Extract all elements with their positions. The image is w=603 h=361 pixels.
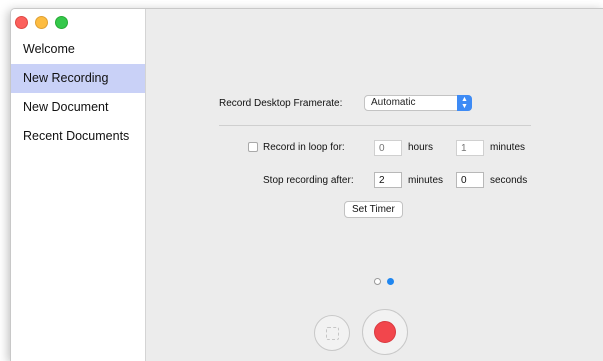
loop-minutes-label: minutes	[490, 142, 526, 153]
stop-after-label: Stop recording after:	[263, 175, 354, 186]
sidebar-item-recent-documents[interactable]: Recent Documents	[11, 122, 145, 151]
section-divider	[219, 125, 531, 126]
sidebar-nav: Welcome New Recording New Document Recen…	[11, 35, 145, 151]
updown-chevron-icon: ▲ ▼	[457, 95, 472, 111]
zoom-window-button[interactable]	[55, 16, 68, 29]
stop-after-minutes-input[interactable]	[374, 172, 402, 188]
sidebar-item-new-document[interactable]: New Document	[11, 93, 145, 122]
stop-after-seconds-input[interactable]	[456, 172, 484, 188]
page-dot-2-current[interactable]	[387, 278, 394, 285]
app-window: Welcome New Recording New Document Recen…	[10, 8, 603, 361]
record-dot-icon	[374, 321, 396, 343]
sidebar-item-new-recording[interactable]: New Recording	[11, 64, 145, 93]
set-timer-button[interactable]: Set Timer	[344, 201, 403, 218]
sidebar: Welcome New Recording New Document Recen…	[11, 9, 146, 361]
loop-minutes-input[interactable]	[456, 140, 484, 156]
stop-button[interactable]	[314, 315, 350, 351]
stop-after-minutes-label: minutes	[408, 175, 444, 186]
window-controls	[15, 16, 68, 29]
framerate-select-value: Automatic	[371, 97, 416, 108]
stop-after-seconds-label: seconds	[490, 175, 528, 186]
loop-checkbox[interactable]	[248, 142, 258, 152]
sidebar-item-welcome[interactable]: Welcome	[11, 35, 145, 64]
close-window-button[interactable]	[15, 16, 28, 29]
page-dot-1[interactable]	[374, 278, 381, 285]
recording-settings-panel: Record Desktop Framerate: Automatic ▲ ▼ R…	[146, 9, 603, 361]
loop-hours-input[interactable]	[374, 140, 402, 156]
framerate-select[interactable]: Automatic ▲ ▼	[364, 95, 472, 111]
framerate-label: Record Desktop Framerate:	[219, 98, 343, 109]
stop-square-icon	[326, 327, 339, 340]
minimize-window-button[interactable]	[35, 16, 48, 29]
record-button[interactable]	[362, 309, 408, 355]
loop-hours-label: hours	[408, 142, 434, 153]
loop-label: Record in loop for:	[263, 142, 345, 153]
